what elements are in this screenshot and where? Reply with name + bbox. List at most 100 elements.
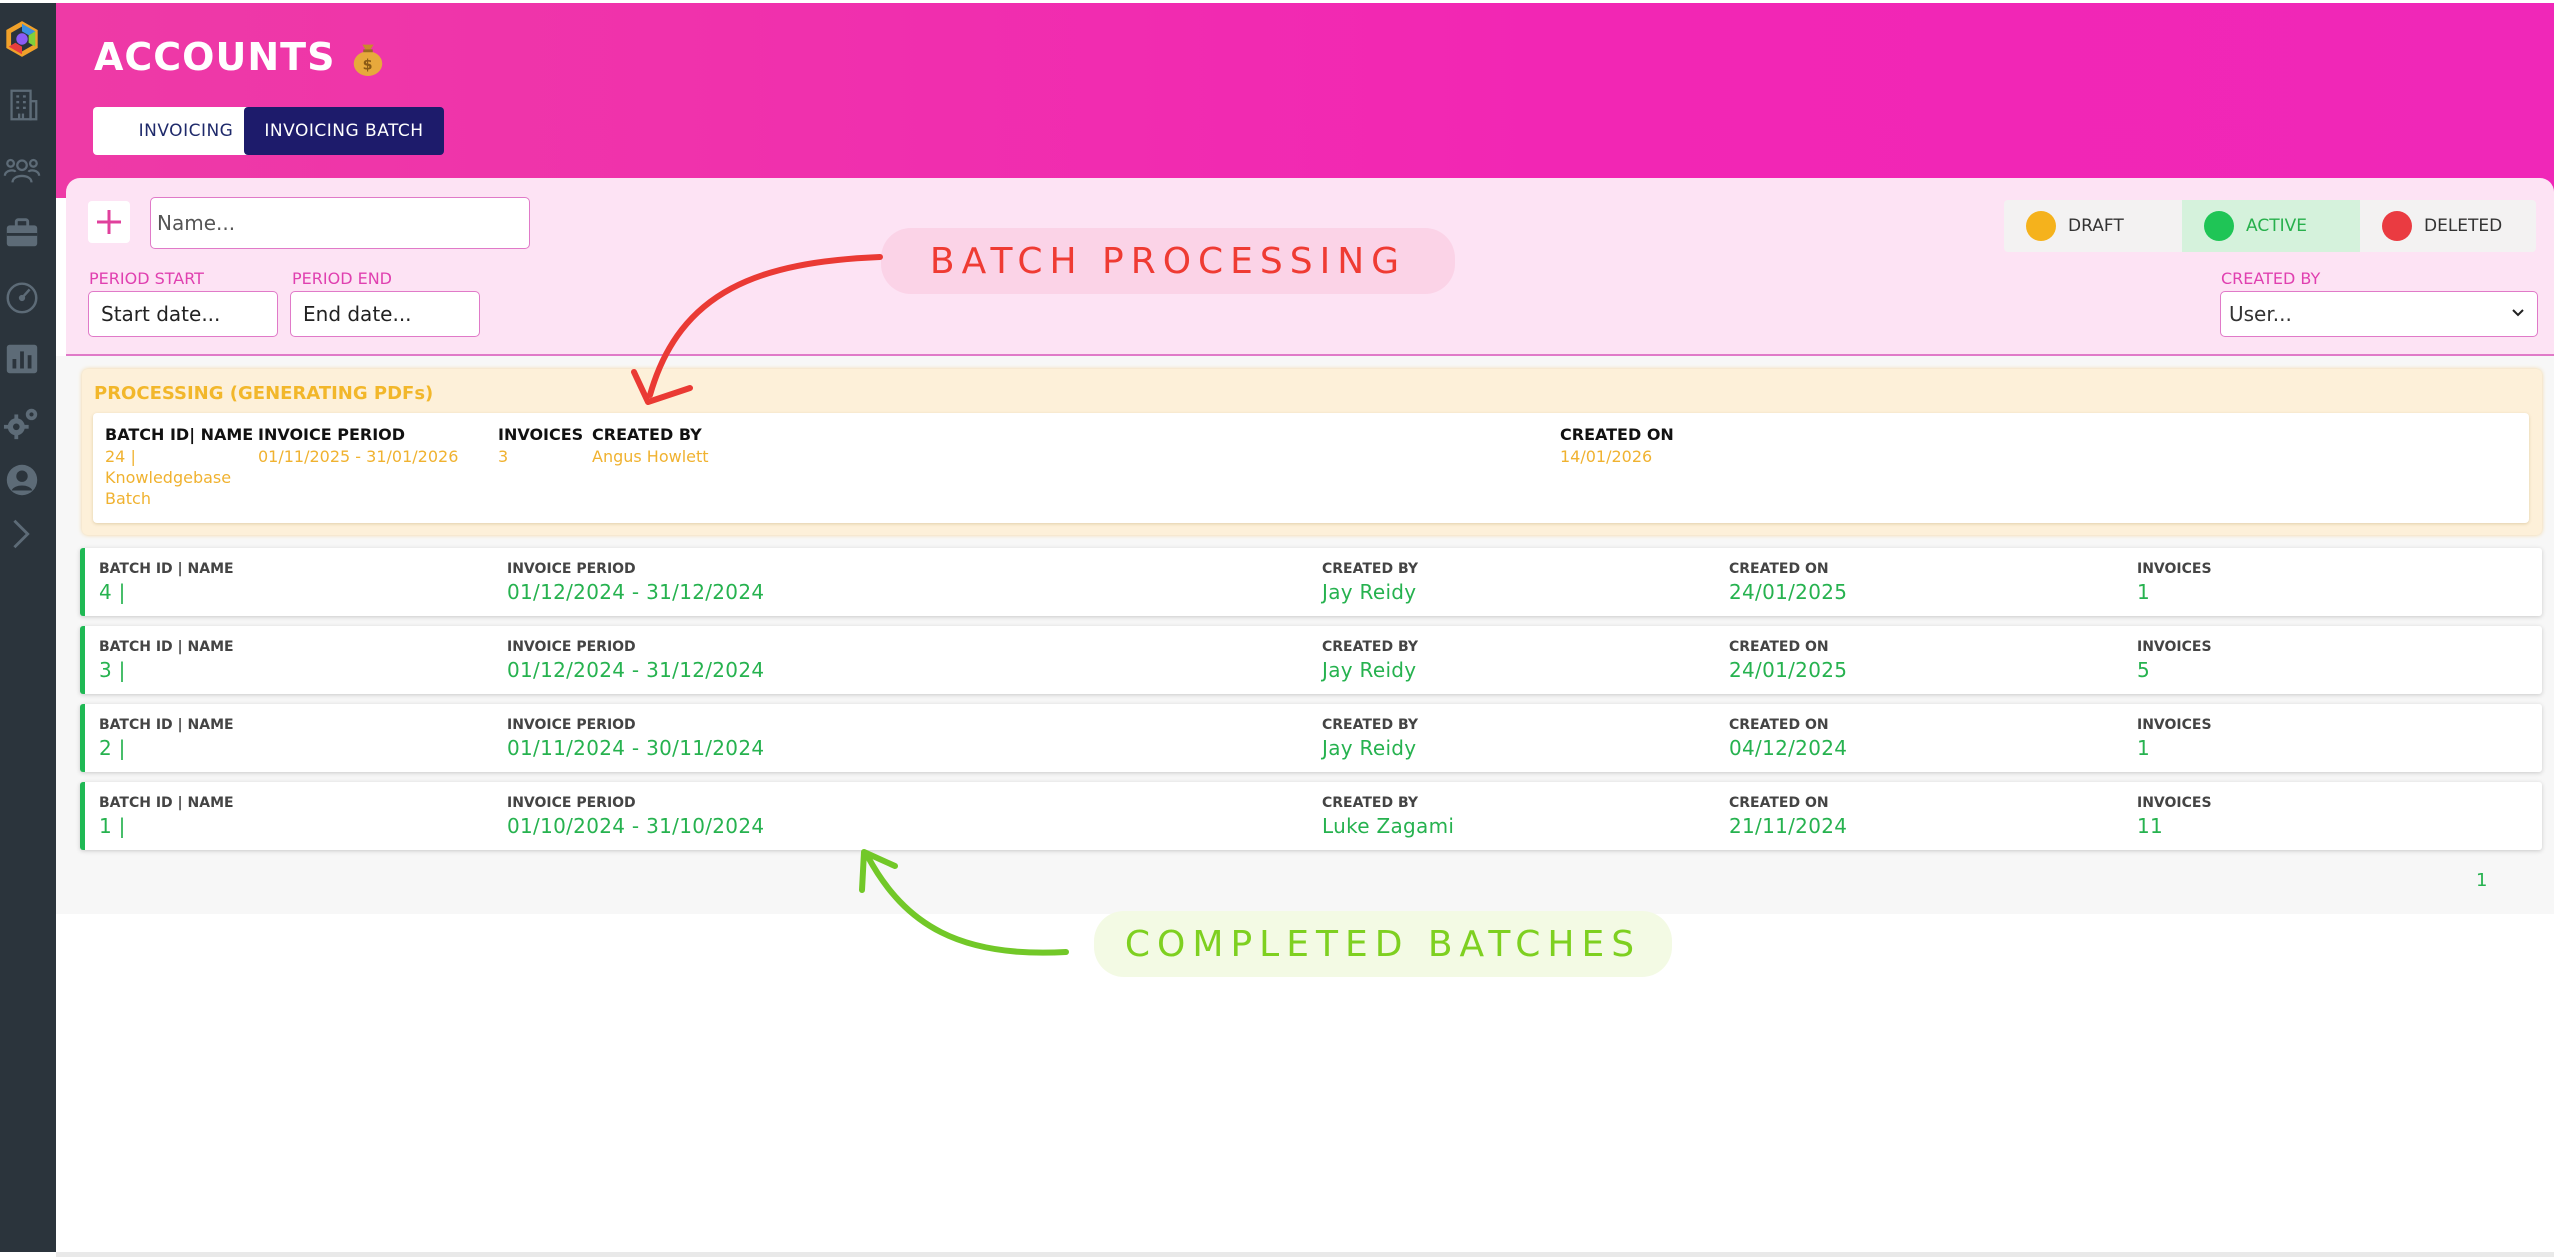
invoice-period-value: 01/11/2024 - 30/11/2024 <box>507 736 765 760</box>
status-active-button[interactable]: ACTIVE <box>2182 200 2360 252</box>
building-icon[interactable] <box>0 83 44 127</box>
status-deleted-label: DELETED <box>2424 216 2503 236</box>
batch-id-value: 2 | <box>99 736 126 760</box>
speedometer-icon[interactable] <box>0 275 44 319</box>
tab-invoicing-batch[interactable]: INVOICING BATCH <box>244 107 444 155</box>
created-on-cell: CREATED ON 24/01/2025 <box>1729 639 1847 682</box>
invoice-period-label: INVOICE PERIOD <box>507 795 636 811</box>
briefcase-icon[interactable] <box>0 211 44 255</box>
expand-chevron-icon[interactable] <box>0 512 44 556</box>
name-search-input[interactable] <box>150 197 530 249</box>
processing-period-col: INVOICE PERIOD 01/11/2025 - 31/01/2026 <box>258 425 458 467</box>
period-start-input[interactable] <box>88 291 278 337</box>
created-on-cell: CREATED ON 21/11/2024 <box>1729 795 1847 838</box>
status-draft-button[interactable]: DRAFT <box>2004 200 2182 252</box>
period-end-input[interactable] <box>290 291 480 337</box>
status-deleted-button[interactable]: DELETED <box>2360 200 2536 252</box>
batch-row[interactable]: BATCH ID | NAME 2 | INVOICE PERIOD 01/11/2… <box>80 704 2542 772</box>
add-batch-button[interactable] <box>88 201 130 243</box>
invoices-cell: INVOICES 1 <box>2137 561 2212 604</box>
team-icon[interactable] <box>0 148 44 192</box>
processing-batch-header: BATCH ID| NAME <box>105 425 254 444</box>
created-by-cell: CREATED BY Jay Reidy <box>1322 561 1418 604</box>
invoice-period-label: INVOICE PERIOD <box>507 561 636 577</box>
created-by-value: User... <box>2229 302 2292 326</box>
app-frame: ACCOUNTS $ INVOICING INVOICING BATCH PER… <box>0 0 2554 1257</box>
processing-title: PROCESSING (GENERATING PDFs) <box>94 383 434 404</box>
invoices-value: 1 <box>2137 580 2151 604</box>
batch-row[interactable]: BATCH ID | NAME 1 | INVOICE PERIOD 01/10/2… <box>80 782 2542 850</box>
processing-invoices-value: 3 <box>498 447 509 466</box>
batch-row[interactable]: BATCH ID | NAME 4 | INVOICE PERIOD 01/12/2… <box>80 548 2542 616</box>
invoices-label: INVOICES <box>2137 795 2212 811</box>
batch-id-cell: BATCH ID | NAME 1 | <box>99 795 234 838</box>
processing-created-on-header: CREATED ON <box>1560 425 1674 444</box>
created-by-cell: CREATED BY Luke Zagami <box>1322 795 1454 838</box>
invoices-value: 11 <box>2137 814 2164 838</box>
batch-id-label: BATCH ID | NAME <box>99 561 234 577</box>
status-active-label: ACTIVE <box>2246 216 2307 236</box>
invoices-value: 5 <box>2137 658 2151 682</box>
created-by-col-value: Jay Reidy <box>1322 580 1417 604</box>
logo-icon[interactable] <box>0 17 44 61</box>
invoice-period-cell: INVOICE PERIOD 01/12/2024 - 31/12/2024 <box>507 561 764 604</box>
invoice-period-cell: INVOICE PERIOD 01/12/2024 - 31/12/2024 <box>507 639 764 682</box>
invoice-period-value: 01/12/2024 - 31/12/2024 <box>507 580 765 604</box>
created-on-value: 24/01/2025 <box>1729 658 1848 682</box>
invoices-label: INVOICES <box>2137 639 2212 655</box>
invoices-label: INVOICES <box>2137 717 2212 733</box>
created-on-value: 24/01/2025 <box>1729 580 1848 604</box>
deleted-dot-icon <box>2382 211 2412 241</box>
created-on-cell: CREATED ON 24/01/2025 <box>1729 561 1847 604</box>
invoices-cell: INVOICES 5 <box>2137 639 2212 682</box>
invoice-period-cell: INVOICE PERIOD 01/11/2024 - 30/11/2024 <box>507 717 764 760</box>
created-by-select[interactable]: User... <box>2220 291 2538 337</box>
batch-id-value: 4 | <box>99 580 126 604</box>
invoice-period-label: INVOICE PERIOD <box>507 717 636 733</box>
invoice-period-value: 01/12/2024 - 31/12/2024 <box>507 658 765 682</box>
batch-id-cell: BATCH ID | NAME 2 | <box>99 717 234 760</box>
processing-created-on-value: 14/01/2026 <box>1560 447 1653 466</box>
processing-created-by-col: CREATED BY Angus Howlett <box>592 425 709 467</box>
invoices-value: 1 <box>2137 736 2151 760</box>
processing-invoices-col: INVOICES 3 <box>498 425 583 467</box>
created-on-label: CREATED ON <box>1729 717 1829 733</box>
processing-batch-card[interactable]: BATCH ID| NAME 24 | Knowledgebase Batch … <box>93 413 2529 523</box>
created-on-label: CREATED ON <box>1729 639 1829 655</box>
invoices-cell: INVOICES 11 <box>2137 795 2212 838</box>
created-on-label: CREATED ON <box>1729 795 1829 811</box>
sidebar <box>0 0 56 1252</box>
invoice-period-value: 01/10/2024 - 31/10/2024 <box>507 814 765 838</box>
batch-row[interactable]: BATCH ID | NAME 3 | INVOICE PERIOD 01/12/2… <box>80 626 2542 694</box>
processing-batch-id: 24 | <box>105 447 136 466</box>
draft-dot-icon <box>2026 211 2056 241</box>
created-by-col-value: Jay Reidy <box>1322 658 1417 682</box>
processing-batch-name-1: Knowledgebase <box>105 468 232 487</box>
status-draft-label: DRAFT <box>2068 216 2124 236</box>
invoices-label: INVOICES <box>2137 561 2212 577</box>
svg-text:$: $ <box>363 57 374 73</box>
batch-id-label: BATCH ID | NAME <box>99 795 234 811</box>
created-by-col-label: CREATED BY <box>1322 795 1419 811</box>
created-by-col-value: Jay Reidy <box>1322 736 1417 760</box>
processing-batch-name-2: Batch <box>105 489 151 508</box>
page-header: ACCOUNTS $ INVOICING INVOICING BATCH <box>56 3 2554 198</box>
page-title-text: ACCOUNTS <box>94 35 336 79</box>
pagination-page-1[interactable]: 1 <box>2476 870 2487 891</box>
bar-chart-icon[interactable] <box>0 337 44 381</box>
invoice-period-label: INVOICE PERIOD <box>507 639 636 655</box>
created-on-value: 21/11/2024 <box>1729 814 1848 838</box>
created-on-label: CREATED ON <box>1729 561 1829 577</box>
batch-id-label: BATCH ID | NAME <box>99 717 234 733</box>
active-dot-icon <box>2204 211 2234 241</box>
batch-id-label: BATCH ID | NAME <box>99 639 234 655</box>
processing-created-on-col: CREATED ON 14/01/2026 <box>1560 425 1674 467</box>
gears-icon[interactable] <box>0 401 44 445</box>
support-icon[interactable] <box>0 458 44 502</box>
period-start-label: PERIOD START <box>89 269 204 288</box>
invoices-cell: INVOICES 1 <box>2137 717 2212 760</box>
created-by-col-label: CREATED BY <box>1322 717 1419 733</box>
created-by-cell: CREATED BY Jay Reidy <box>1322 639 1418 682</box>
batch-id-value: 3 | <box>99 658 126 682</box>
period-end-label: PERIOD END <box>292 269 392 288</box>
